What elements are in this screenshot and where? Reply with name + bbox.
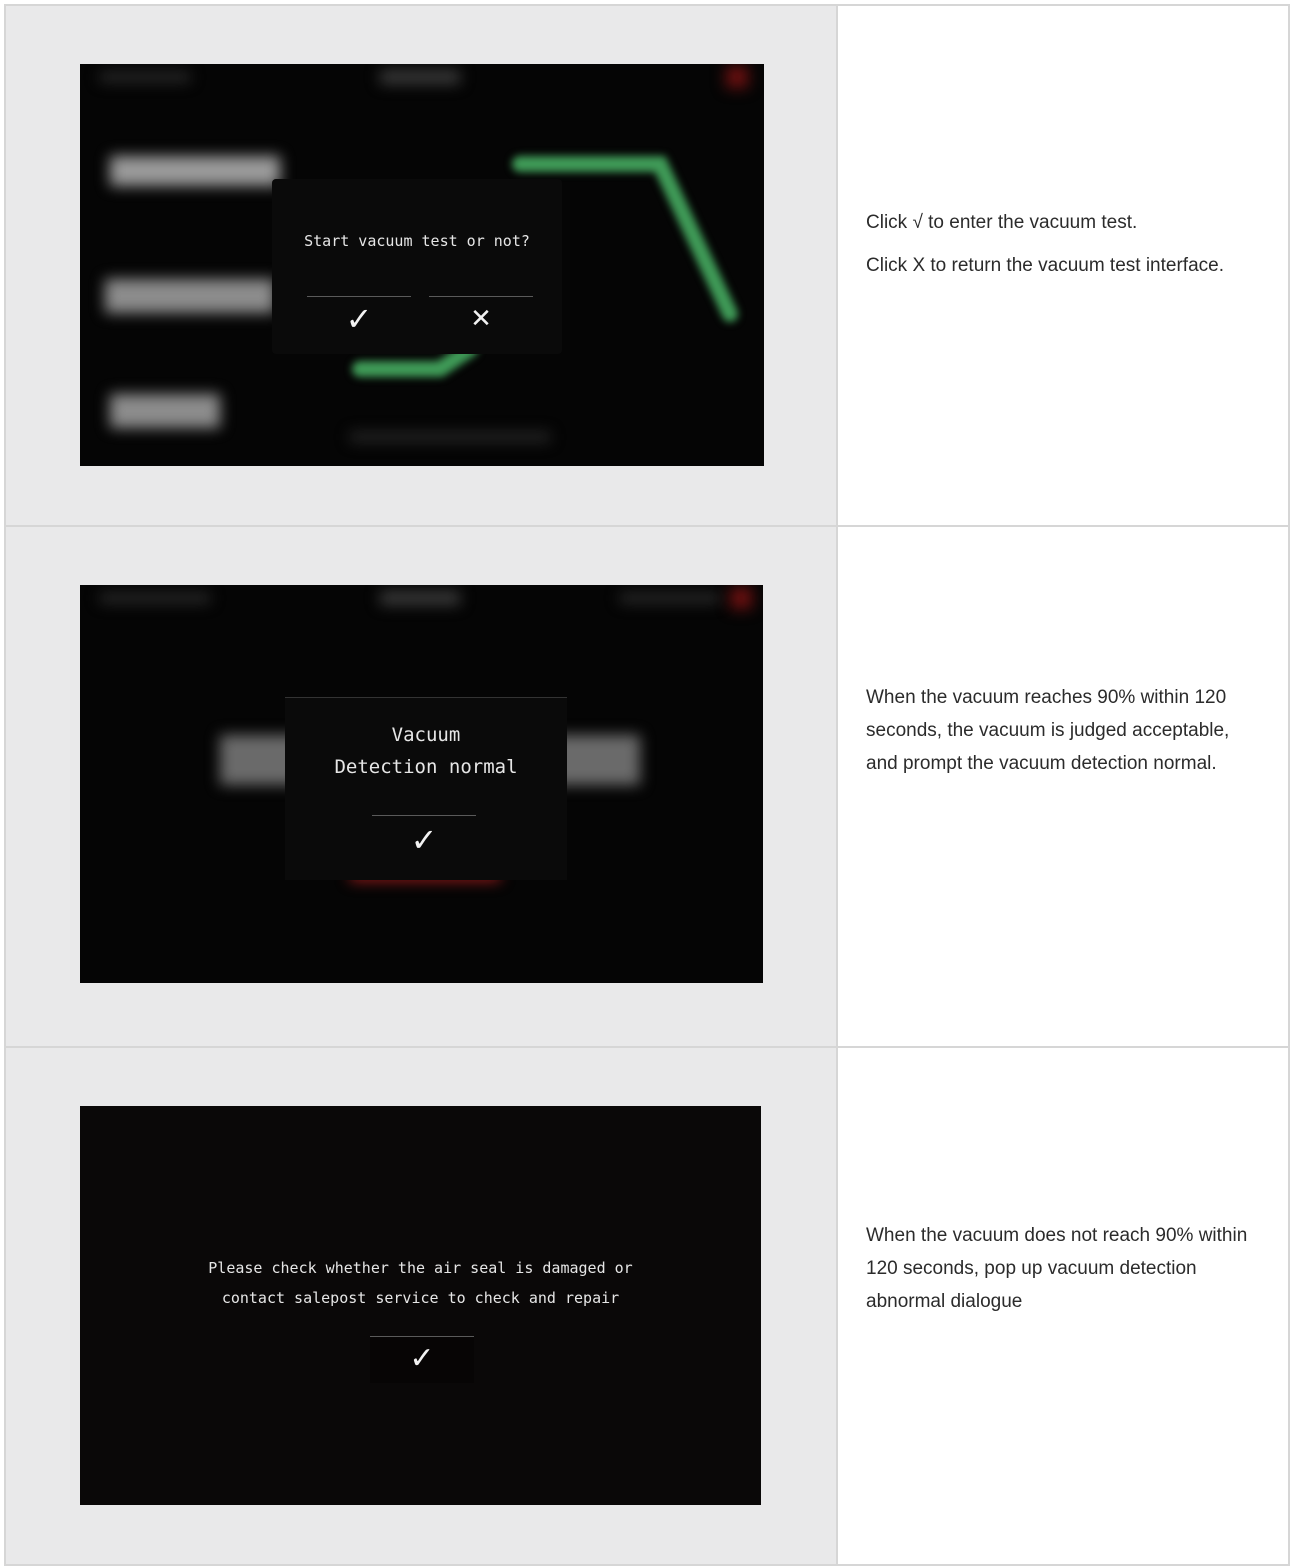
cancel-button[interactable]: ✕ [429,296,533,341]
device-screen-vacuum-abnormal: Please check whether the air seal is dam… [80,1106,761,1505]
dialog-message-line-2: contact salepost service to check and re… [221,1289,620,1307]
blurred-header-right [620,593,720,603]
close-icon: ✕ [470,304,492,334]
screenshot-cell: Vacuum Detection normal ✓ [4,525,838,1048]
blurred-footer [350,432,550,442]
description-line: When the vacuum does not reach 90% withi… [866,1225,1248,1312]
table-row: Start vacuum test or not? ✓ ✕ Click √ to… [4,4,1290,527]
description-line: Click X to return the vacuum test interf… [866,255,1224,276]
confirm-button[interactable]: ✓ [372,815,476,866]
table-row: Vacuum Detection normal ✓ When the vacuu… [4,525,1290,1048]
check-icon: ✓ [409,1341,435,1376]
description-cell: When the vacuum reaches 90% within 120 s… [836,525,1290,1048]
dialog-title: Vacuum [391,724,461,746]
instruction-table: Start vacuum test or not? ✓ ✕ Click √ to… [4,4,1290,1566]
check-icon: ✓ [345,300,373,338]
table-row: Please check whether the air seal is dam… [4,1046,1290,1566]
screenshot-cell: Start vacuum test or not? ✓ ✕ [4,4,838,527]
confirm-button[interactable]: ✓ [370,1336,474,1383]
description-line: When the vacuum reaches 90% within 120 s… [866,687,1230,774]
check-icon: ✓ [410,821,438,859]
device-screen-vacuum-normal: Vacuum Detection normal ✓ [80,585,763,983]
description: When the vacuum does not reach 90% withi… [866,1219,1258,1328]
blurred-header-left [100,593,210,603]
description: When the vacuum reaches 90% within 120 s… [866,681,1258,790]
dialog-message-line-1: Please check whether the air seal is dam… [208,1259,633,1277]
blurred-header-indicator [730,587,752,609]
blurred-header-center [380,591,460,605]
dialog-message: Detection normal [334,756,518,778]
dialog-message: Start vacuum test or not? [304,232,530,250]
confirm-button[interactable]: ✓ [307,296,411,341]
screenshot-cell: Please check whether the air seal is dam… [4,1046,838,1566]
description-line: Click √ to enter the vacuum test. [866,212,1138,233]
description-cell: When the vacuum does not reach 90% withi… [836,1046,1290,1566]
device-screen-start-test: Start vacuum test or not? ✓ ✕ [80,64,764,466]
description-cell: Click √ to enter the vacuum test. Click … [836,4,1290,527]
description: Click √ to enter the vacuum test. Click … [866,206,1258,292]
